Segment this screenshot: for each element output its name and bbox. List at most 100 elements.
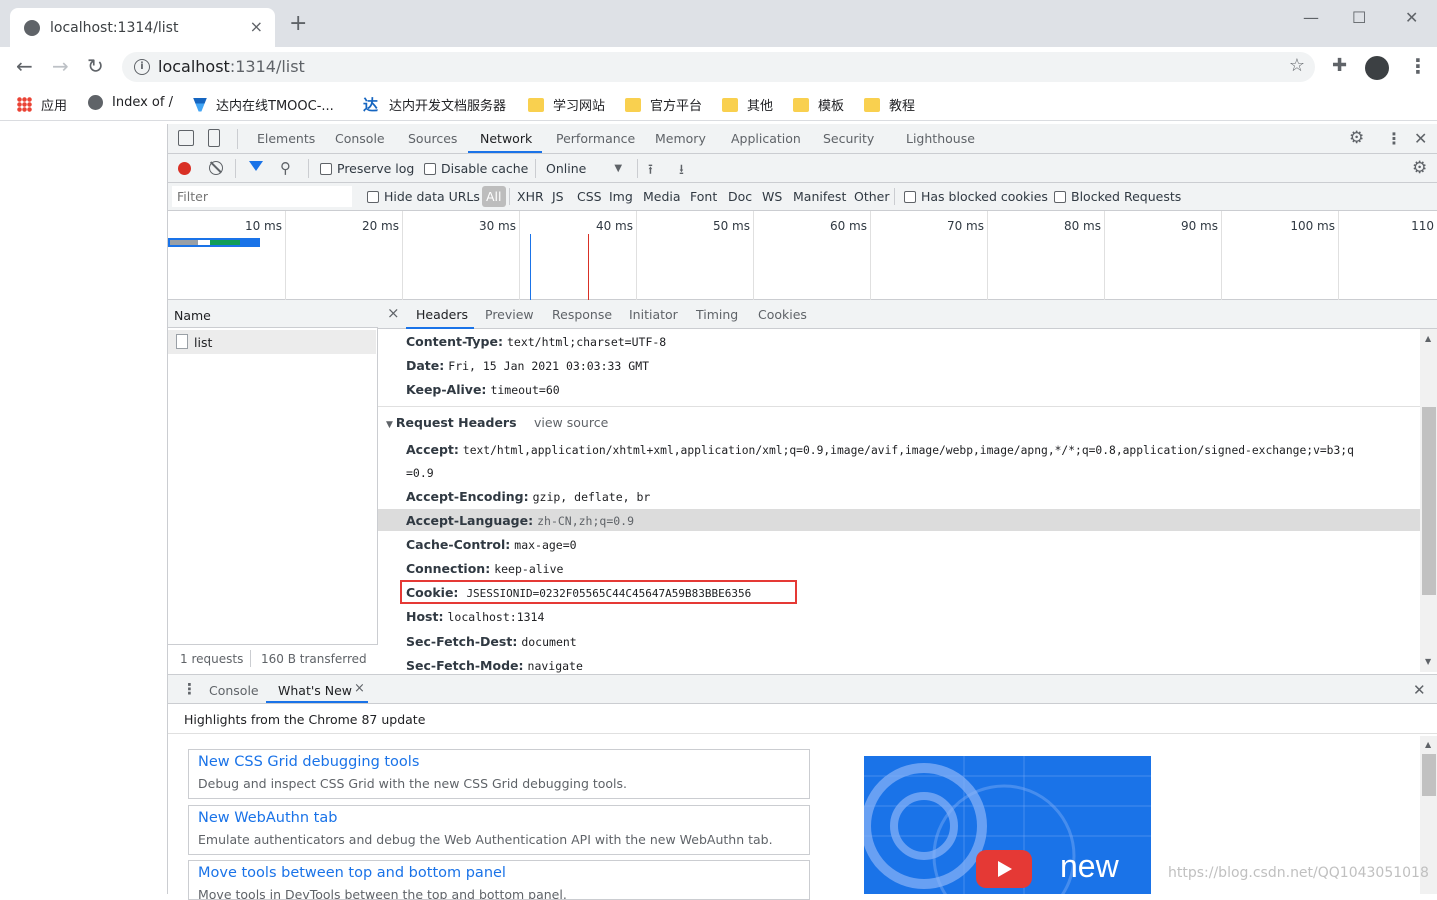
- tab-elements[interactable]: Elements: [257, 131, 315, 146]
- network-overview-timeline[interactable]: 10 ms 20 ms 30 ms 40 ms 50 ms 60 ms 70 m…: [168, 211, 1437, 300]
- bookmark-folder-other[interactable]: 其他: [722, 95, 773, 114]
- filter-type-other[interactable]: Other: [854, 189, 890, 204]
- card-title[interactable]: Move tools between top and bottom panel: [198, 865, 506, 881]
- filter-type-doc[interactable]: Doc: [728, 189, 752, 204]
- export-har-icon[interactable]: ⭳: [679, 159, 684, 183]
- tab-application[interactable]: Application: [731, 131, 801, 146]
- bookmark-tmooc[interactable]: 达内在线TMOOC-...: [193, 95, 334, 114]
- disable-cache-checkbox[interactable]: Disable cache: [424, 161, 528, 176]
- divider: [235, 159, 236, 178]
- has-blocked-cookies-checkbox[interactable]: Has blocked cookies: [904, 189, 1048, 204]
- youtube-play-icon[interactable]: [976, 850, 1032, 888]
- tab-sources[interactable]: Sources: [408, 131, 457, 146]
- hide-data-urls-checkbox[interactable]: Hide data URLs: [367, 189, 480, 204]
- bookmark-label: 教程: [889, 99, 916, 114]
- scroll-down-icon[interactable]: ▼: [1425, 657, 1431, 666]
- settings-gear-icon[interactable]: ⚙: [1349, 128, 1364, 148]
- bookmark-apps[interactable]: 应用: [17, 95, 67, 114]
- site-info-icon[interactable]: i: [134, 59, 150, 75]
- request-row[interactable]: list: [168, 330, 376, 354]
- bookmark-tarena[interactable]: 达 达内开发文档服务器: [363, 95, 506, 114]
- back-icon[interactable]: ←: [16, 55, 33, 77]
- bookmark-folder-tutorial[interactable]: 教程: [864, 95, 915, 114]
- header-row: Host: localhost:1314: [406, 609, 545, 624]
- drawer-menu-icon[interactable]: ⋮: [182, 680, 197, 698]
- filter-type-css[interactable]: CSS: [577, 189, 602, 204]
- thumbnail-caption: new: [1060, 848, 1119, 884]
- tab-timing[interactable]: Timing: [696, 307, 738, 322]
- network-settings-gear-icon[interactable]: ⚙: [1412, 158, 1427, 178]
- tab-cookies[interactable]: Cookies: [758, 307, 807, 322]
- scrollbar-thumb[interactable]: [1422, 407, 1436, 595]
- maximize-button[interactable]: ☐: [1352, 8, 1366, 27]
- tab-response[interactable]: Response: [552, 307, 612, 322]
- drawer-close-icon[interactable]: ✕: [1413, 681, 1426, 699]
- extensions-puzzle-icon[interactable]: ✚: [1332, 55, 1347, 77]
- bookmark-index[interactable]: Index of /: [88, 95, 173, 110]
- whats-new-card[interactable]: Move tools between top and bottom panel …: [188, 860, 810, 900]
- details-scrollbar[interactable]: ▲ ▼: [1420, 329, 1437, 672]
- tab-initiator[interactable]: Initiator: [629, 307, 678, 322]
- inspect-element-icon[interactable]: [178, 130, 194, 146]
- browser-tab[interactable]: localhost:1314/list ×: [10, 8, 275, 47]
- devtools-menu-icon[interactable]: ⋮: [1386, 129, 1402, 148]
- filter-input[interactable]: [172, 186, 352, 207]
- drawer-tab-console[interactable]: Console: [209, 683, 259, 698]
- whats-new-card[interactable]: New CSS Grid debugging tools Debug and i…: [188, 749, 810, 799]
- tab-security[interactable]: Security: [823, 131, 874, 146]
- device-toolbar-icon[interactable]: [208, 129, 220, 147]
- tab-headers[interactable]: Headers: [416, 307, 468, 322]
- clear-icon[interactable]: [209, 161, 223, 175]
- tab-console[interactable]: Console: [335, 131, 385, 146]
- drawer-tab-close-icon[interactable]: ×: [354, 681, 365, 696]
- filter-type-manifest[interactable]: Manifest: [793, 189, 846, 204]
- tab-preview[interactable]: Preview: [485, 307, 534, 322]
- filter-type-all[interactable]: All: [482, 186, 506, 207]
- tab-network[interactable]: Network: [480, 131, 532, 146]
- scroll-up-icon[interactable]: ▲: [1425, 334, 1431, 343]
- filter-type-js[interactable]: JS: [552, 189, 564, 204]
- profile-avatar-icon[interactable]: [1365, 56, 1389, 80]
- blocked-requests-checkbox[interactable]: Blocked Requests: [1054, 189, 1181, 204]
- minimize-button[interactable]: —: [1303, 8, 1319, 27]
- filter-type-ws[interactable]: WS: [762, 189, 782, 204]
- whats-new-video-thumbnail[interactable]: new: [864, 756, 1151, 894]
- bookmark-star-icon[interactable]: ☆: [1289, 55, 1305, 76]
- reload-icon[interactable]: ↻: [87, 55, 104, 77]
- tab-close-icon[interactable]: ×: [250, 17, 263, 36]
- filter-funnel-icon[interactable]: [249, 161, 263, 171]
- scrollbar-thumb[interactable]: [1422, 754, 1436, 796]
- filter-type-img[interactable]: Img: [609, 189, 633, 204]
- search-icon[interactable]: ⚲: [280, 159, 291, 177]
- devtools-close-icon[interactable]: ✕: [1414, 129, 1427, 148]
- name-column-header[interactable]: Name: [174, 308, 211, 323]
- import-har-icon[interactable]: ⭱: [648, 159, 653, 183]
- new-tab-button[interactable]: +: [289, 13, 307, 35]
- view-source-link[interactable]: view source: [534, 415, 608, 430]
- tick-label: 70 ms: [946, 219, 984, 233]
- bookmark-folder-study[interactable]: 学习网站: [528, 95, 605, 114]
- chrome-menu-icon[interactable]: ⋮: [1408, 55, 1428, 77]
- preserve-log-checkbox[interactable]: Preserve log: [320, 161, 414, 176]
- throttling-select[interactable]: Online ▼: [546, 161, 622, 176]
- page-viewport: [0, 124, 167, 894]
- tab-memory[interactable]: Memory: [655, 131, 706, 146]
- tab-performance[interactable]: Performance: [556, 131, 635, 146]
- filter-type-xhr[interactable]: XHR: [517, 189, 544, 204]
- tab-lighthouse[interactable]: Lighthouse: [906, 131, 975, 146]
- bookmark-folder-official[interactable]: 官方平台: [625, 95, 702, 114]
- request-headers-section[interactable]: ▼ Request Headers: [386, 415, 517, 430]
- card-title[interactable]: New CSS Grid debugging tools: [198, 754, 419, 770]
- bookmark-folder-template[interactable]: 模板: [793, 95, 844, 114]
- card-title[interactable]: New WebAuthn tab: [198, 810, 337, 826]
- filter-type-media[interactable]: Media: [643, 189, 681, 204]
- filter-type-font[interactable]: Font: [690, 189, 717, 204]
- forward-icon[interactable]: →: [52, 55, 69, 77]
- window-close-button[interactable]: ✕: [1405, 8, 1418, 27]
- whats-new-card[interactable]: New WebAuthn tab Emulate authenticators …: [188, 805, 810, 855]
- scroll-up-icon[interactable]: ▲: [1425, 740, 1431, 749]
- details-close-icon[interactable]: ×: [387, 304, 400, 322]
- record-icon[interactable]: [178, 162, 191, 175]
- address-bar[interactable]: i localhost:1314/list ☆: [122, 52, 1315, 82]
- drawer-tab-whats-new[interactable]: What's New: [278, 683, 352, 698]
